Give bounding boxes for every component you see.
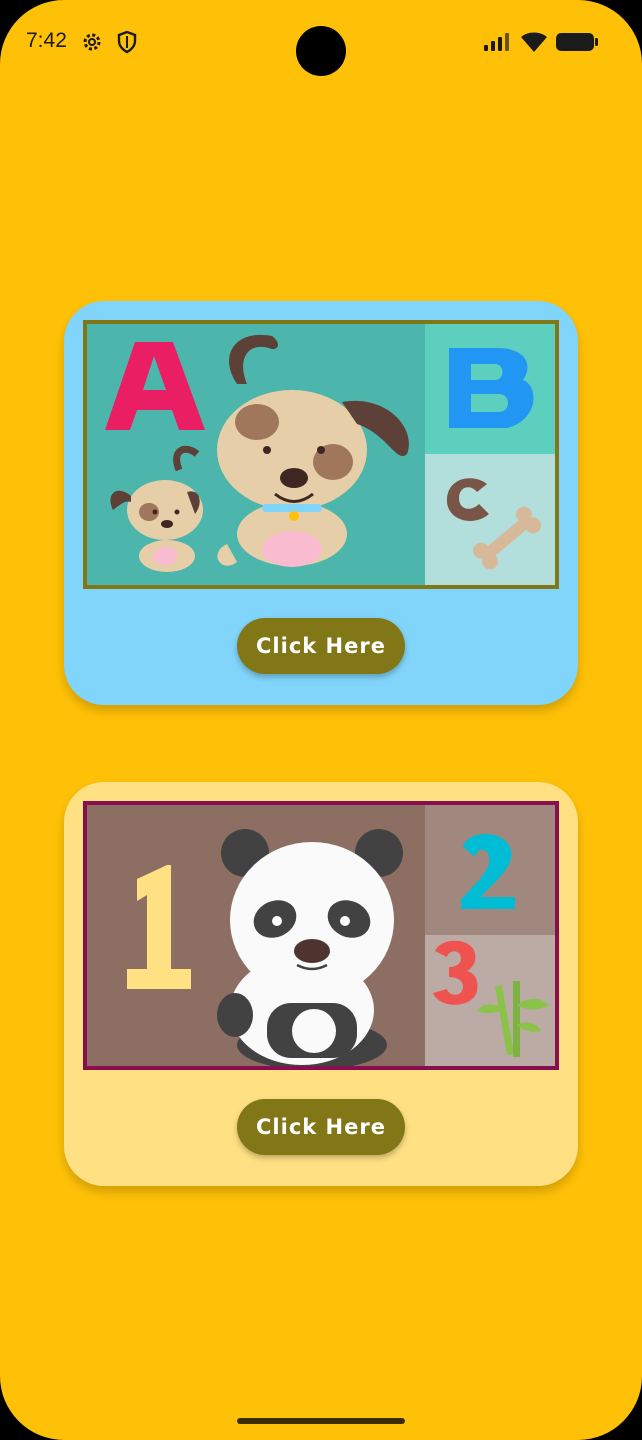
status-bar: 7:42 [0,0,642,84]
numbers-click-button[interactable]: Click Here [237,1099,405,1155]
status-time: 7:42 [26,29,67,52]
abc-click-button[interactable]: Click Here [237,618,405,674]
wifi-icon [520,31,548,58]
abc-illustration [83,320,559,589]
battery-icon [555,31,599,58]
front-camera [296,26,346,76]
numbers-illustration [83,801,559,1070]
numbers-card[interactable]: Click Here [64,782,578,1186]
shield-icon [116,30,138,59]
abc-card[interactable]: Click Here [64,301,578,705]
app-screen: 7:42 Click Here Click Here [0,0,642,1440]
numbers-panda-scene [87,805,555,1066]
gear-icon [80,30,104,59]
home-indicator[interactable] [237,1418,405,1424]
signal-icon [482,32,512,57]
abc-puppy-scene [87,324,555,585]
